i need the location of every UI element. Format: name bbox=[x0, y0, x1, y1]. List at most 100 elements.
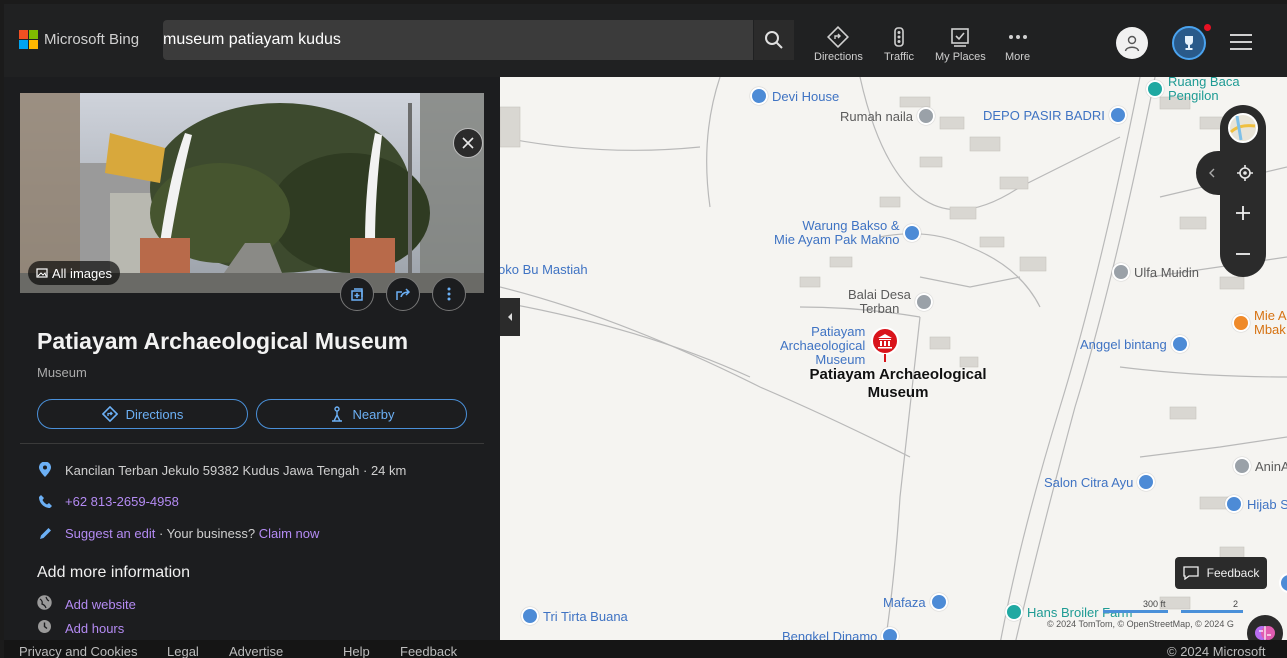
chevron-left-icon bbox=[508, 313, 512, 321]
add-website-row[interactable]: Add website bbox=[37, 595, 136, 613]
poi-label: Salon Citra Ayu bbox=[1044, 474, 1134, 490]
poi-depo-pasir[interactable]: DEPO PASIR BADRI bbox=[983, 106, 1127, 124]
bing-logo[interactable]: Microsoft Bing bbox=[19, 30, 139, 49]
more-options-button[interactable] bbox=[432, 277, 466, 311]
rewards-button[interactable] bbox=[1172, 26, 1206, 60]
poi-patiayam-museum[interactable]: Patiayam Archaeological Museum bbox=[780, 324, 901, 367]
add-website-link[interactable]: Add website bbox=[65, 597, 136, 612]
map-feedback-label: Feedback bbox=[1206, 566, 1260, 580]
poi-mafaza[interactable]: Mafaza bbox=[883, 593, 948, 611]
footer-advertise-link[interactable]: Advertise bbox=[229, 644, 283, 658]
page-footer: Privacy and Cookies Legal Advertise Help… bbox=[4, 640, 1287, 658]
poi-salon-citra[interactable]: Salon Citra Ayu bbox=[1044, 473, 1156, 491]
nav-more[interactable]: More bbox=[1005, 26, 1030, 63]
selected-place-label: Patiayam Archaeological Museum bbox=[798, 366, 998, 402]
poi-mie-ayam[interactable]: Mie A Mbak bbox=[1232, 309, 1287, 337]
poi-label-1: Patiayam bbox=[811, 324, 866, 339]
poi-toko[interactable]: oko Bu Mastiah bbox=[500, 262, 588, 277]
footer-feedback-link[interactable]: Feedback bbox=[400, 644, 457, 658]
directions-icon bbox=[827, 26, 850, 48]
poi-pin-icon bbox=[1146, 80, 1164, 98]
traffic-icon bbox=[894, 27, 904, 47]
add-hours-link[interactable]: Add hours bbox=[65, 621, 124, 636]
search-input[interactable] bbox=[163, 20, 743, 60]
poi-pin-icon bbox=[750, 87, 768, 105]
globe-icon bbox=[37, 595, 52, 610]
map-style-button[interactable] bbox=[1220, 105, 1266, 151]
your-business-text: · Your business? bbox=[155, 526, 259, 541]
location-pin-icon bbox=[39, 462, 51, 477]
save-button[interactable] bbox=[340, 277, 374, 311]
poi-label: Ulfa Muidin bbox=[1134, 264, 1200, 280]
poi-label: DEPO PASIR BADRI bbox=[983, 107, 1105, 123]
suggest-edit-link[interactable]: Suggest an edit bbox=[65, 526, 155, 541]
save-collection-icon bbox=[351, 288, 363, 301]
bing-maps-window: Microsoft Bing Directions Traffic My Pla… bbox=[4, 4, 1287, 658]
poi-pin-icon bbox=[521, 607, 539, 625]
search-button[interactable] bbox=[754, 20, 794, 60]
nav-my-places[interactable]: My Places bbox=[935, 26, 986, 63]
zoom-in-button[interactable] bbox=[1220, 195, 1266, 231]
poi-pin-icon bbox=[1112, 263, 1130, 281]
poi-hijab[interactable]: Hijab S bbox=[1225, 495, 1287, 513]
claim-now-link[interactable]: Claim now bbox=[259, 526, 320, 541]
all-images-button[interactable]: All images bbox=[28, 261, 120, 285]
directions-button[interactable]: Directions bbox=[37, 399, 248, 429]
suggest-row: Suggest an edit · Your business? Claim n… bbox=[37, 526, 319, 541]
hamburger-menu-icon[interactable] bbox=[1230, 34, 1252, 50]
nav-directions-label: Directions bbox=[814, 51, 863, 63]
museum-photo[interactable]: All images bbox=[20, 93, 484, 293]
collapse-panel-button[interactable] bbox=[500, 298, 520, 336]
directions-icon bbox=[101, 406, 118, 422]
poi-pin-icon bbox=[1225, 495, 1243, 513]
footer-copyright: © 2024 Microsoft bbox=[1167, 644, 1266, 658]
poi-label: Devi House bbox=[772, 88, 840, 104]
account-avatar[interactable] bbox=[1116, 27, 1148, 59]
poi-label: oko Bu Mastiah bbox=[500, 262, 588, 277]
poi-label-2: Archaeological bbox=[780, 338, 866, 353]
footer-help-link[interactable]: Help bbox=[343, 644, 370, 658]
poi-pin-icon bbox=[914, 293, 933, 311]
selected-label-line1: Patiayam Archaeological bbox=[809, 366, 987, 383]
footer-privacy-link[interactable]: Privacy and Cookies bbox=[19, 644, 138, 658]
search-box[interactable] bbox=[163, 20, 753, 60]
logo-text: Microsoft Bing bbox=[44, 31, 140, 48]
poi-pin-icon bbox=[1108, 106, 1127, 124]
map-feedback-button[interactable]: Feedback bbox=[1175, 557, 1267, 589]
locate-me-button[interactable] bbox=[1196, 151, 1266, 195]
poi-tri-tirta[interactable]: Tri Tirta Buana bbox=[521, 607, 628, 625]
poi-ulfa-muidin[interactable]: Ulfa Muidin bbox=[1112, 263, 1199, 281]
poi-label-2: Mbak bbox=[1254, 322, 1286, 337]
add-more-heading: Add more information bbox=[37, 564, 190, 581]
poi-balai-desa[interactable]: Balai Desa Terban bbox=[848, 288, 933, 316]
footer-legal-link[interactable]: Legal bbox=[167, 644, 199, 658]
nearby-label: Nearby bbox=[352, 406, 395, 422]
poi-warung-bakso[interactable]: Warung Bakso & Mie Ayam Pak Makno bbox=[774, 219, 922, 247]
map-scale: 300 ft 2 bbox=[1103, 599, 1243, 615]
map-canvas[interactable]: Devi House Rumah naila DEPO PASIR BADRI … bbox=[500, 77, 1287, 644]
nearby-button[interactable]: Nearby bbox=[256, 399, 467, 429]
scale-m-label: 2 bbox=[1233, 599, 1239, 609]
plus-icon bbox=[1236, 206, 1250, 220]
poi-devi-house[interactable]: Devi House bbox=[750, 87, 839, 105]
poi-anggel-bintang[interactable]: Anggel bintang bbox=[1080, 335, 1189, 353]
map-copyright: © 2024 TomTom, © OpenStreetMap, © 2024 G bbox=[1047, 619, 1234, 629]
address-row: Kancilan Terban Jekulo 59382 Kudus Jawa … bbox=[37, 462, 406, 478]
minus-icon bbox=[1236, 253, 1250, 255]
add-hours-row[interactable]: Add hours bbox=[37, 619, 124, 637]
close-button[interactable] bbox=[453, 128, 483, 158]
phone-link[interactable]: +62 813-2659-4958 bbox=[65, 494, 179, 509]
share-button[interactable] bbox=[386, 277, 420, 311]
poi-pin-icon bbox=[1232, 314, 1250, 332]
poi-pin-icon bbox=[1170, 335, 1189, 353]
zoom-out-button[interactable] bbox=[1220, 231, 1266, 277]
poi-rumah-naila[interactable]: Rumah naila bbox=[840, 107, 935, 125]
phone-row[interactable]: +62 813-2659-4958 bbox=[37, 494, 179, 509]
poi-anina[interactable]: AninA bbox=[1233, 457, 1287, 475]
poi-label-1: Balai Desa bbox=[848, 287, 911, 302]
nav-directions[interactable]: Directions bbox=[814, 26, 863, 63]
poi-ruang-baca[interactable]: Ruang Baca Pengilon bbox=[1146, 77, 1240, 103]
poi-label: Mafaza bbox=[883, 594, 926, 610]
nav-traffic[interactable]: Traffic bbox=[884, 26, 914, 63]
museum-red-pin-icon bbox=[871, 327, 900, 362]
